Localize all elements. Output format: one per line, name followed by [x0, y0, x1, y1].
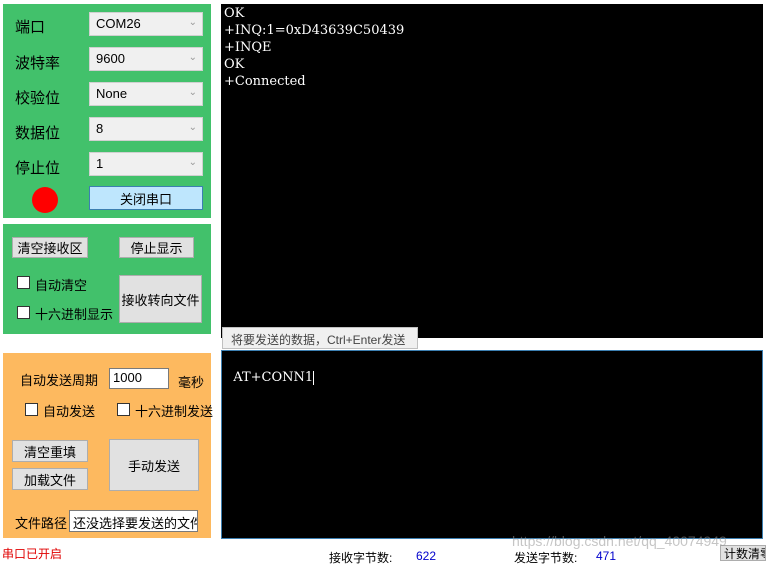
chevron-down-icon: ⌄	[188, 157, 197, 168]
baud-select[interactable]: 9600 ⌄	[89, 47, 203, 71]
databits-select[interactable]: 8 ⌄	[89, 117, 203, 141]
chevron-down-icon: ⌄	[188, 87, 197, 98]
terminal-line: +Connected	[224, 74, 306, 89]
close-port-button[interactable]: 关闭串口	[89, 186, 203, 210]
hex-display-label: 十六进制显示	[35, 307, 114, 322]
period-input[interactable]: 1000	[109, 368, 169, 389]
clear-receive-button[interactable]: 清空接收区	[12, 237, 88, 258]
auto-send-checkbox[interactable]	[25, 403, 38, 416]
stopbits-value: 1	[96, 156, 104, 171]
file-path-input[interactable]: 还没选择要发送的文件	[69, 510, 198, 532]
port-select[interactable]: COM26 ⌄	[89, 12, 203, 36]
hex-send-label: 十六进制发送	[135, 404, 214, 419]
terminal-line: +INQE	[224, 40, 272, 55]
parity-value: None	[96, 86, 128, 101]
auto-clear-label: 自动清空	[35, 278, 88, 293]
parity-label: 校验位	[15, 90, 61, 107]
receive-to-file-button[interactable]: 接收转向文件	[119, 275, 202, 323]
auto-send-label: 自动发送	[43, 404, 96, 419]
hex-display-checkbox[interactable]	[17, 306, 30, 319]
manual-send-button[interactable]: 手动发送	[109, 439, 199, 491]
send-textarea[interactable]: AT+CONN1	[221, 350, 763, 539]
load-file-button[interactable]: 加载文件	[12, 468, 88, 490]
tx-bytes-label: 发送字节数:	[514, 551, 578, 565]
watermark-text: https://blog.csdn.net/qq_40074949	[512, 533, 727, 549]
terminal-line: +INQ:1=0xD43639C50439	[224, 23, 405, 38]
rx-bytes-label: 接收字节数:	[329, 551, 393, 565]
receive-terminal[interactable]: OK +INQ:1=0xD43639C50439 +INQE OK +Connected	[221, 4, 763, 338]
baud-label: 波特率	[15, 55, 61, 72]
terminal-line: OK	[224, 57, 245, 72]
stop-display-button[interactable]: 停止显示	[119, 237, 194, 258]
hex-send-checkbox[interactable]	[117, 403, 130, 416]
port-label: 端口	[15, 19, 46, 36]
text-cursor	[313, 370, 315, 385]
period-unit-label: 毫秒	[178, 375, 205, 390]
send-text: AT+CONN1	[233, 370, 314, 385]
stopbits-label: 停止位	[15, 160, 61, 177]
terminal-line: OK	[224, 6, 245, 21]
baud-value: 9600	[96, 51, 125, 66]
chevron-down-icon: ⌄	[188, 122, 197, 133]
chevron-down-icon: ⌄	[188, 17, 197, 28]
parity-select[interactable]: None ⌄	[89, 82, 203, 106]
send-tooltip: 将要发送的数据，Ctrl+Enter发送	[222, 327, 418, 349]
chevron-down-icon: ⌄	[188, 52, 197, 63]
file-path-label: 文件路径	[15, 516, 68, 531]
auto-send-period-label: 自动发送周期	[20, 373, 99, 388]
port-value: COM26	[96, 16, 141, 31]
port-status-indicator	[32, 187, 58, 213]
clear-refill-button[interactable]: 清空重填	[12, 440, 88, 462]
reset-count-label: 计数清零	[724, 546, 765, 561]
port-status-text: 串口已开启	[2, 547, 63, 561]
auto-clear-checkbox[interactable]	[17, 276, 30, 289]
databits-value: 8	[96, 121, 104, 136]
stopbits-select[interactable]: 1 ⌄	[89, 152, 203, 176]
databits-label: 数据位	[15, 125, 61, 142]
